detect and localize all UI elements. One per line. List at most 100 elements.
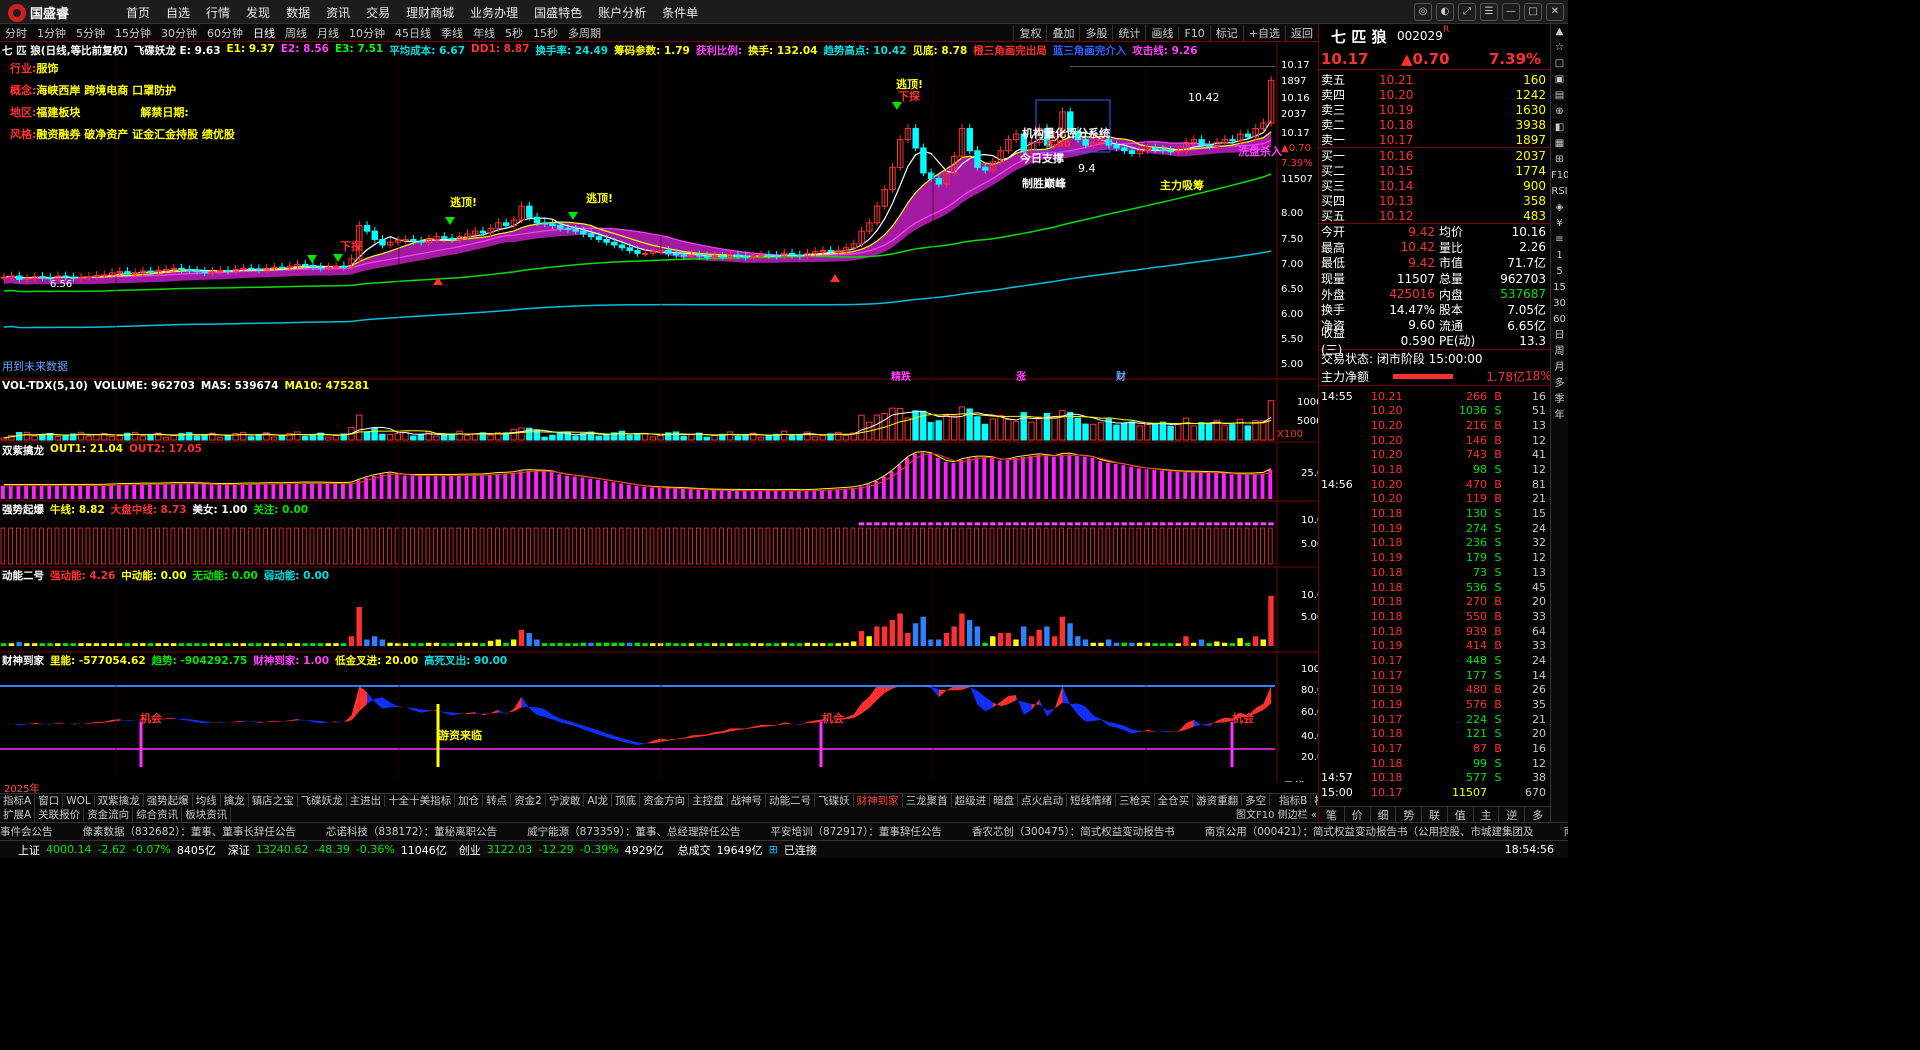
news-item[interactable]: 威宁能源（873359）：董事、总经理辞任公告: [527, 824, 740, 839]
indicator-tab-27[interactable]: 短线情绪: [1067, 793, 1117, 808]
sidebar-item-9[interactable]: F10: [1551, 168, 1568, 184]
indicator-tab-22[interactable]: 财神到家: [854, 793, 903, 808]
indicator-tab-19[interactable]: 战神号: [728, 793, 767, 808]
menu-item-6[interactable]: 交易: [358, 4, 398, 21]
toolbar-btn-3[interactable]: 统计: [1112, 25, 1145, 41]
indicator-tab-17[interactable]: 资金方向: [640, 793, 690, 808]
sidebar-item-8[interactable]: ⊞: [1551, 152, 1568, 168]
f10-toggle[interactable]: 图文F10 侧边栏 «: [1236, 806, 1317, 821]
period-10[interactable]: 45日线: [390, 25, 436, 41]
period-12[interactable]: 年线: [468, 25, 500, 41]
fullscreen-icon[interactable]: ⤢: [1458, 3, 1476, 21]
news-ticker[interactable]: 事件会公告 像素数据（832682）：董事、董事长辞任公告 芯诺科技（838172）…: [0, 822, 1568, 840]
menu-item-9[interactable]: 国盛特色: [526, 4, 590, 21]
menu-item-4[interactable]: 数据: [278, 4, 318, 21]
period-13[interactable]: 5秒: [500, 25, 528, 41]
sidebar-item-4[interactable]: ▤: [1551, 88, 1568, 104]
asks-row[interactable]: 卖二 10.18 3938: [1319, 117, 1550, 133]
menu-item-0[interactable]: 首页: [118, 4, 158, 21]
sidebar-item-13[interactable]: ≡: [1551, 232, 1568, 248]
quote-footer-tab-6[interactable]: 主: [1474, 807, 1500, 822]
indicator-tab-28[interactable]: 三枪买: [1116, 793, 1155, 808]
sidebar-item-18[interactable]: 60: [1551, 312, 1568, 328]
indicator-tab-15[interactable]: AI龙: [584, 793, 613, 808]
index-name[interactable]: 深证: [228, 842, 250, 858]
indicator-tab-7[interactable]: 镇店之宝: [249, 793, 298, 808]
period-3[interactable]: 15分钟: [110, 25, 156, 41]
menu-item-8[interactable]: 业务办理: [462, 4, 526, 21]
menu-item-10[interactable]: 账户分析: [590, 4, 654, 21]
asks-row[interactable]: 卖三 10.19 1630: [1319, 102, 1550, 118]
toolbar-btn-4[interactable]: 画线: [1145, 25, 1178, 41]
asks-row[interactable]: 卖四 10.20 1242: [1319, 87, 1550, 103]
sidebar-item-22[interactable]: 多: [1551, 376, 1568, 392]
toolbar-btn-7[interactable]: +自选: [1242, 25, 1285, 41]
period-0[interactable]: 分时: [0, 25, 32, 41]
sub-tab-2[interactable]: 资金流向: [84, 806, 134, 822]
sidebar-item-21[interactable]: 月: [1551, 360, 1568, 376]
indicator-tab-12[interactable]: 转点: [483, 793, 512, 808]
indicator-tab-11[interactable]: 加仓: [455, 793, 484, 808]
sidebar-item-15[interactable]: 5: [1551, 264, 1568, 280]
indicator-tab-9[interactable]: 主进出: [347, 793, 386, 808]
bids-row[interactable]: 买一 10.16 2037: [1319, 148, 1550, 164]
sidebar-item-16[interactable]: 15: [1551, 280, 1568, 296]
period-6[interactable]: 日线: [248, 25, 280, 41]
sidebar-item-11[interactable]: ◈: [1551, 200, 1568, 216]
toolbar-btn-1[interactable]: 叠加: [1046, 25, 1079, 41]
indicator-tab-20[interactable]: 动能二号: [766, 793, 816, 808]
indicator-tab-30[interactable]: 游资重翻: [1193, 793, 1243, 808]
indicator-tab-23[interactable]: 三龙聚首: [903, 793, 952, 808]
news-item[interactable]: 像素数据（832682）：董事、董事长辞任公告: [83, 824, 296, 839]
indicator-tab-2[interactable]: WOL: [63, 794, 95, 807]
sidebar-item-0[interactable]: ▲: [1551, 24, 1568, 40]
period-5[interactable]: 60分钟: [202, 25, 248, 41]
skin-icon[interactable]: ◐: [1436, 3, 1454, 21]
quote-footer-tab-8[interactable]: 多: [1525, 807, 1552, 822]
index-name[interactable]: 创业: [459, 842, 481, 858]
news-item[interactable]: 芯诺科技（838172）：董秘离职公告: [326, 824, 497, 839]
sub-tab-0[interactable]: 扩展A: [0, 806, 36, 822]
news-item[interactable]: 南京公用（00042: [1564, 824, 1568, 839]
quote-footer-tab-5[interactable]: 值: [1448, 807, 1474, 822]
sidebar-item-7[interactable]: ▦: [1551, 136, 1568, 152]
indicator-tab-10[interactable]: 十全十美指标: [385, 793, 456, 808]
tick-list[interactable]: 14:55 10.21 266 B 16 10.20 1036 S 51 10.20 216 B 13 1…: [1319, 386, 1550, 800]
quote-footer-tab-1[interactable]: 价: [1345, 807, 1371, 822]
maximize-icon[interactable]: □: [1524, 3, 1542, 21]
quote-footer-tab-2[interactable]: 细: [1371, 807, 1397, 822]
indicator-tab-13[interactable]: 资金2: [511, 793, 546, 808]
close-icon[interactable]: ✕: [1546, 3, 1564, 21]
menu-item-7[interactable]: 理财商城: [398, 4, 462, 21]
sidebar-item-12[interactable]: ¥: [1551, 216, 1568, 232]
sidebar-item-19[interactable]: 日: [1551, 328, 1568, 344]
sidebar-item-14[interactable]: 1: [1551, 248, 1568, 264]
indicator-tab-26[interactable]: 点火启动: [1018, 793, 1068, 808]
indicator-tab-24[interactable]: 超级进: [952, 793, 991, 808]
sidebar-item-3[interactable]: ▣: [1551, 72, 1568, 88]
indicator-tab-21[interactable]: 飞碟妖: [815, 793, 854, 808]
indicator-tab-25[interactable]: 暗盘: [990, 793, 1019, 808]
sub-tab-3[interactable]: 综合资讯: [133, 806, 183, 822]
sidebar-item-2[interactable]: □: [1551, 56, 1568, 72]
menu-item-11[interactable]: 条件单: [654, 4, 706, 21]
toolbar-btn-6[interactable]: 标记: [1209, 25, 1243, 41]
news-item[interactable]: 香农芯创（300475）：简式权益变动报告书: [972, 824, 1175, 839]
sidebar-item-10[interactable]: RSI: [1551, 184, 1568, 200]
indicator-tab-18[interactable]: 主控盘: [689, 793, 728, 808]
toolbar-btn-0[interactable]: 复权: [1013, 25, 1046, 41]
sidebar-item-1[interactable]: ☆: [1551, 40, 1568, 56]
bids-row[interactable]: 买二 10.15 1774: [1319, 163, 1550, 179]
period-9[interactable]: 10分钟: [344, 25, 390, 41]
indicator-tab-16[interactable]: 顶底: [612, 793, 641, 808]
kline-chart[interactable]: 10.17 1897 10.16 2037 10.17 ▲0.70 7.39% 11507 8.…: [0, 42, 1318, 782]
bids-row[interactable]: 买三 10.14 900: [1319, 178, 1550, 194]
news-item[interactable]: 平安培训（872917）：董事辞任公告: [771, 824, 942, 839]
indicator-tab-29[interactable]: 全仓买: [1155, 793, 1194, 808]
sidebar-item-5[interactable]: ⊕: [1551, 104, 1568, 120]
chart-area[interactable]: 10.17 1897 10.16 2037 10.17 ▲0.70 7.39% 11507 8.…: [0, 42, 1318, 795]
minimize-icon[interactable]: —: [1502, 3, 1520, 21]
menu-item-1[interactable]: 自选: [158, 4, 198, 21]
sub-tab-1[interactable]: 关联报价: [35, 806, 85, 822]
period-7[interactable]: 周线: [280, 25, 312, 41]
